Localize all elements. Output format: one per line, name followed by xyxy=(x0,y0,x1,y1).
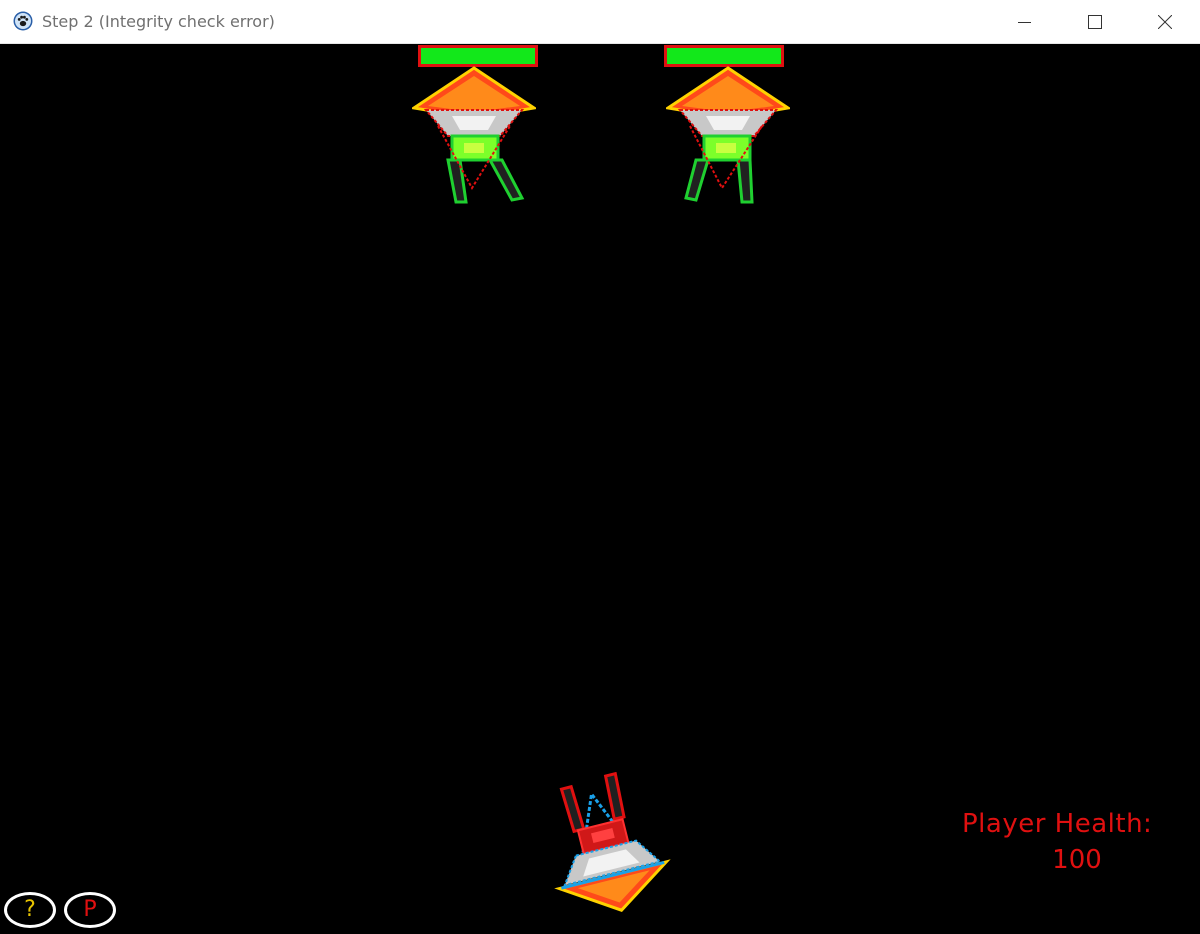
close-icon xyxy=(1158,15,1172,29)
maximize-button[interactable] xyxy=(1060,0,1130,44)
minimize-icon xyxy=(1018,22,1031,23)
help-button[interactable]: ? xyxy=(4,892,56,928)
minimize-button[interactable] xyxy=(990,0,1060,44)
window-title: Step 2 (Integrity check error) xyxy=(42,12,275,31)
player-health-value: 100 xyxy=(1052,845,1102,875)
enemy-health-bar xyxy=(418,45,538,67)
enemy-health-fill xyxy=(667,48,781,64)
enemy-ship xyxy=(666,66,790,204)
enemy-health-bar xyxy=(664,45,784,67)
game-window: Step 2 (Integrity check error) Player He… xyxy=(0,0,1200,934)
player-health-display: Player Health: 100 xyxy=(962,806,1198,878)
title-bar[interactable]: Step 2 (Integrity check error) xyxy=(0,0,1200,44)
enemy-ship xyxy=(412,66,536,204)
enemy-health-fill xyxy=(421,48,535,64)
app-paw-icon xyxy=(13,11,33,31)
game-canvas[interactable]: Player Health: 100 ? P xyxy=(0,44,1200,934)
player-ship xyxy=(554,772,671,912)
player-health-label: Player Health: xyxy=(962,809,1153,839)
pause-button[interactable]: P xyxy=(64,892,116,928)
maximize-icon xyxy=(1088,15,1102,29)
close-button[interactable] xyxy=(1130,0,1200,44)
